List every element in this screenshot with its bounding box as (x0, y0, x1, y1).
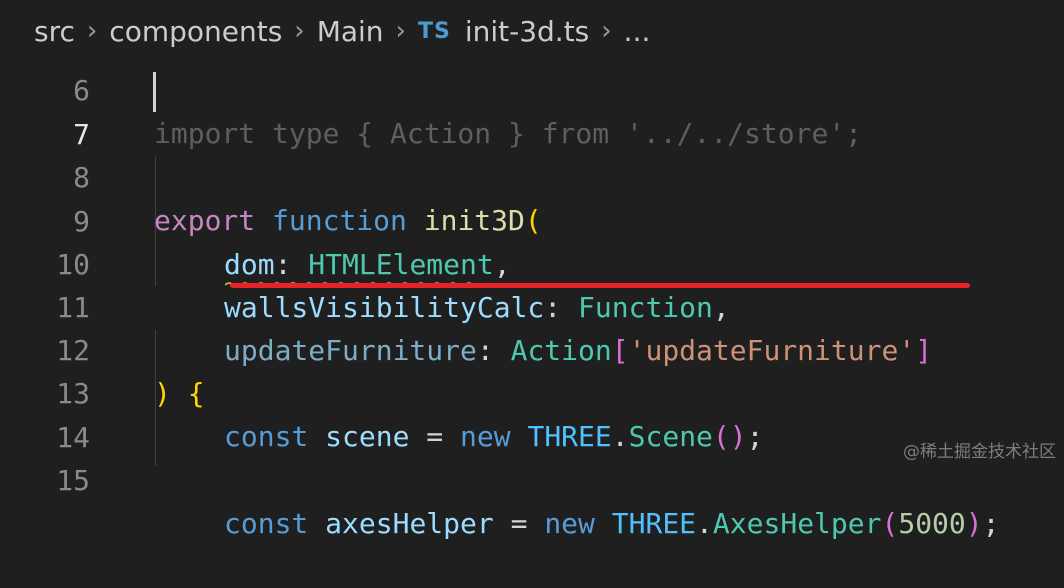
breadcrumb: src › components › Main › TS init-3d.ts … (0, 0, 1064, 62)
code-line-9[interactable]: 9 dom: HTMLElement, (0, 157, 1064, 281)
typescript-file-icon: TS (417, 18, 451, 44)
paren-close: ) (965, 507, 983, 540)
namespace-name: THREE (611, 507, 697, 540)
text-cursor (153, 72, 156, 112)
code-line-8[interactable]: 8 export function init3D( (0, 113, 1064, 237)
code-line-12[interactable]: 12 ) { (0, 286, 1064, 410)
code-line-13[interactable]: 13 const scene = new THREE.Scene(); (0, 329, 1064, 453)
breadcrumb-item-src[interactable]: src (34, 15, 75, 48)
chevron-right-icon: › (395, 16, 406, 46)
code-line-7[interactable]: 7 (0, 70, 1064, 151)
paren-open: ( (881, 507, 899, 540)
class-name: AxesHelper (712, 507, 882, 540)
operator: = (493, 507, 545, 540)
breadcrumb-item-symbols[interactable]: ... (624, 15, 651, 48)
breadcrumb-item-components[interactable]: components (109, 15, 282, 48)
line-number: 15 (56, 464, 90, 497)
chevron-right-icon: › (294, 16, 305, 46)
code-line-11[interactable]: 11 updateFurniture: Action['updateFurnit… (0, 243, 1064, 367)
semicolon: ; (982, 507, 1000, 540)
code-editor[interactable]: 6 import type { Action } from '../../sto… (0, 0, 1064, 540)
keyword-const: const (224, 507, 309, 540)
breadcrumb-item-main[interactable]: Main (317, 15, 384, 48)
variable-name: axesHelper (325, 507, 494, 540)
watermark: @稀土掘金技术社区 (903, 442, 1056, 462)
code-line-10[interactable]: 10 wallsVisibilityCalc: Function, (0, 200, 1064, 324)
number-literal: 5000 (898, 507, 966, 540)
chevron-right-icon: › (86, 16, 98, 46)
dot: . (696, 507, 713, 540)
code-line-14[interactable]: 14 (0, 373, 1064, 454)
chevron-right-icon: › (601, 16, 612, 46)
breadcrumb-item-file[interactable]: init-3d.ts (465, 15, 589, 48)
keyword-new: new (544, 507, 595, 540)
